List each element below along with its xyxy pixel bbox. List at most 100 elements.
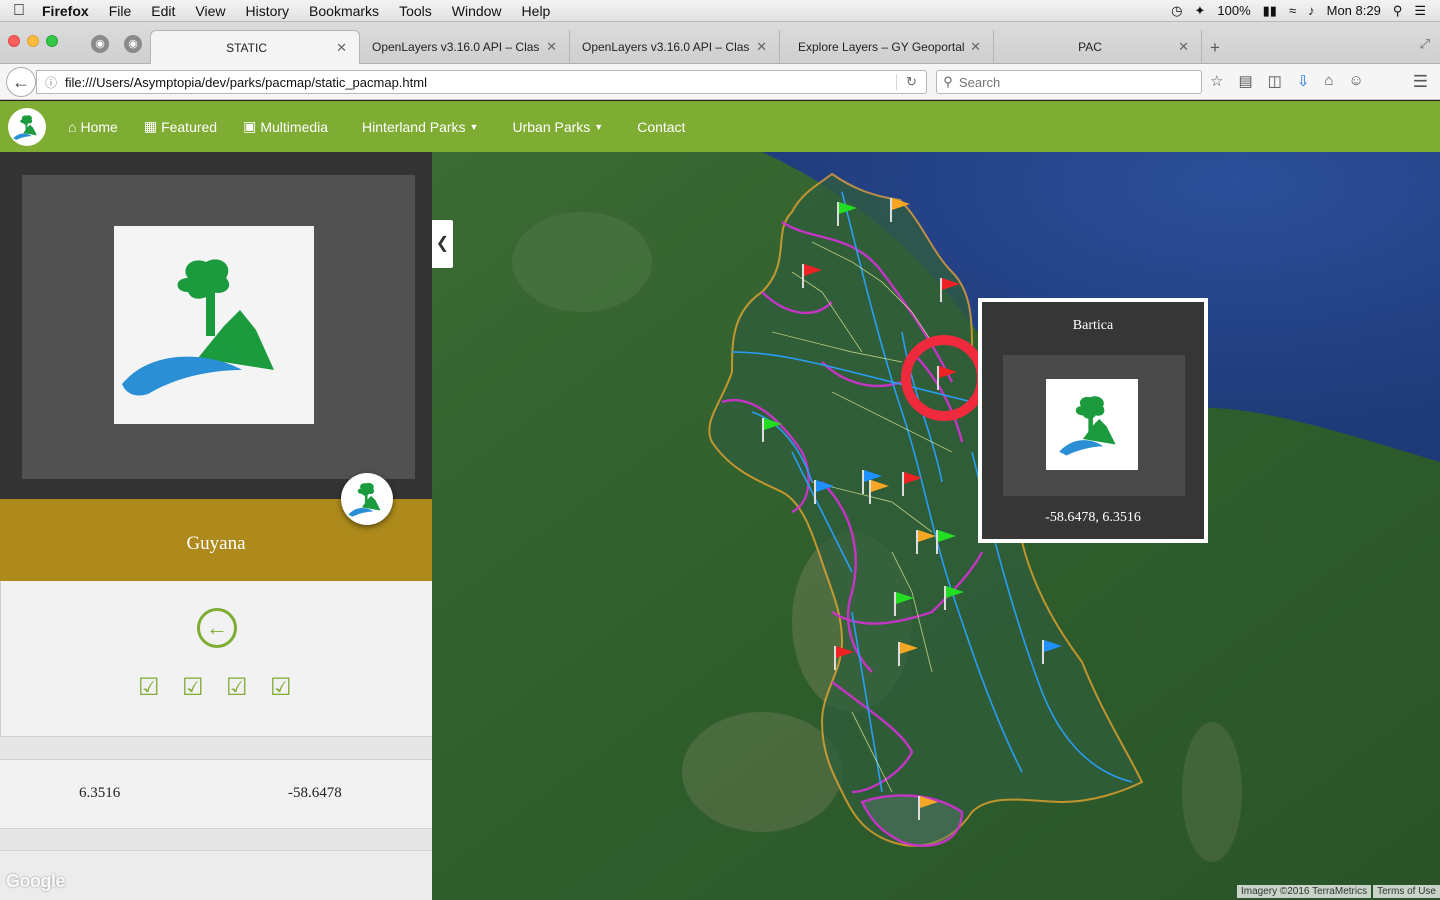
wifi-icon[interactable]: ≈ <box>1289 3 1296 18</box>
close-tab-icon[interactable]: ✕ <box>1178 39 1189 55</box>
google-logo: Google <box>6 871 66 891</box>
menu-window[interactable]: Window <box>442 3 512 19</box>
minimize-window-button[interactable] <box>27 35 39 47</box>
popup-title: Bartica <box>1072 318 1114 333</box>
nav-urban-parks[interactable]: Urban Parks ▼ <box>499 119 616 135</box>
nav-urban-label: Urban Parks <box>512 118 591 135</box>
new-tab-button[interactable]: + <box>1210 38 1220 58</box>
back-arrow-button[interactable]: ← <box>197 608 237 648</box>
search-bar[interactable]: ⚲ <box>936 70 1202 94</box>
close-tab-icon[interactable]: ✕ <box>970 39 981 55</box>
popup-coordinates: -58.6478, 6.3516 <box>1045 510 1141 525</box>
tab-pac[interactable]: PAC ✕ <box>996 30 1202 64</box>
info-sidebar: Guyana ← ☑ ☑ ☑ ☑ 6.3516 -58.6478 Google <box>0 152 432 900</box>
url-text[interactable]: file:///Users/Asymptopia/dev/parks/pacma… <box>65 75 896 90</box>
latitude-value: 6.3516 <box>79 785 121 801</box>
menu-help[interactable]: Help <box>512 3 561 19</box>
park-logo-icon <box>348 482 381 517</box>
tab-title: Explore Layers – GY Geoportal <box>798 40 965 54</box>
tab-static[interactable]: STATIC ✕ <box>150 30 360 64</box>
hero-image-frame <box>22 175 415 479</box>
image-icon: ▣ <box>243 118 257 134</box>
volume-icon[interactable]: ♪ <box>1308 3 1315 18</box>
tab-strip: ◉ ◉ STATIC ✕ OpenLayers v3.16.0 API – Cl… <box>0 22 1440 64</box>
nav-contact[interactable]: Contact <box>624 119 698 135</box>
nav-hinterland-parks[interactable]: Hinterland Parks ▼ <box>349 119 491 135</box>
coordinates-card: 6.3516 -58.6478 <box>0 759 432 829</box>
close-tab-icon[interactable]: ✕ <box>336 40 347 56</box>
tab-explore-layers[interactable]: Explore Layers – GY Geoportal ✕ <box>786 30 994 64</box>
nav-featured[interactable]: ▦ Featured <box>131 118 230 135</box>
park-logo-icon <box>122 259 274 396</box>
menu-app-firefox[interactable]: Firefox <box>38 3 99 19</box>
pocket-icon[interactable]: ◫ <box>1268 72 1282 90</box>
satellite-map-layer <box>432 152 1440 900</box>
reload-icon[interactable]: ↻ <box>896 74 926 90</box>
bookmark-star-icon[interactable]: ☆ <box>1210 72 1223 90</box>
close-tab-icon[interactable]: ✕ <box>756 39 767 55</box>
battery-percent: 100% <box>1217 3 1251 18</box>
menu-history[interactable]: History <box>235 3 299 19</box>
nav-contact-label: Contact <box>637 118 686 135</box>
clock[interactable]: Mon 8:29 <box>1327 3 1381 18</box>
menu-tools[interactable]: Tools <box>389 3 442 19</box>
layer-checkbox-icon[interactable]: ☑ <box>138 676 162 700</box>
tab-openlayers-1[interactable]: OpenLayers v3.16.0 API – Clas… ✕ <box>360 30 570 64</box>
caret-down-icon: ▼ <box>594 121 604 132</box>
pinned-tab-globe-icon[interactable]: ◉ <box>91 35 109 53</box>
notification-center-icon[interactable]: ☰ <box>1414 3 1426 19</box>
menu-file[interactable]: File <box>99 3 142 19</box>
zoom-window-button[interactable] <box>46 35 58 47</box>
layer-checkbox-icon[interactable]: ☑ <box>226 676 250 700</box>
park-logo-icon <box>13 115 37 140</box>
avatar[interactable] <box>341 473 393 525</box>
home-icon: ⌂ <box>68 118 77 135</box>
menu-bookmarks[interactable]: Bookmarks <box>299 3 389 19</box>
spotlight-search-icon[interactable]: ⚲ <box>1393 3 1403 19</box>
battery-icon[interactable]: ▮▮ <box>1263 3 1277 19</box>
nav-featured-label: Featured <box>161 118 218 135</box>
time-machine-icon[interactable]: ◷ <box>1171 3 1182 19</box>
home-icon[interactable]: ⌂ <box>1324 72 1333 90</box>
search-icon: ⚲ <box>943 74 953 89</box>
controls-card: ← ☑ ☑ ☑ ☑ <box>0 581 432 737</box>
exit-fullscreen-icon[interactable]: ⤢ <box>1420 36 1430 52</box>
film-icon: ▦ <box>143 118 158 134</box>
open-menu-icon[interactable]: ☰ <box>1413 72 1428 92</box>
park-logo-icon <box>1059 396 1116 456</box>
close-window-button[interactable] <box>8 35 20 47</box>
close-tab-icon[interactable]: ✕ <box>546 39 557 55</box>
tab-title: STATIC <box>226 40 267 55</box>
layer-checkbox-icon[interactable]: ☑ <box>182 676 206 700</box>
url-bar[interactable]: ⓘ file:///Users/Asymptopia/dev/parks/pac… <box>36 70 927 94</box>
menu-edit[interactable]: Edit <box>141 3 185 19</box>
macos-menubar:  Firefox File Edit View History Bookmar… <box>0 0 1440 22</box>
site-logo[interactable] <box>8 108 46 146</box>
hello-chat-icon[interactable]: ☺ <box>1348 72 1363 90</box>
tab-title: OpenLayers v3.16.0 API – Clas… <box>582 40 751 54</box>
popup-logo-image <box>1046 379 1138 470</box>
reading-list-icon[interactable]: ▤ <box>1238 72 1252 90</box>
search-input[interactable] <box>959 74 1179 90</box>
site-info-icon[interactable]: ⓘ <box>37 74 65 91</box>
back-button[interactable]: ← <box>6 67 36 97</box>
tab-openlayers-2[interactable]: OpenLayers v3.16.0 API – Clas… ✕ <box>570 30 780 64</box>
pinned-tab-globe-icon[interactable]: ◉ <box>124 35 142 53</box>
map-canvas[interactable]: Imagery ©2016 TerraMetrics Terms of Use <box>432 152 1440 900</box>
bluetooth-icon[interactable]: ✦ <box>1195 3 1206 19</box>
layer-checkbox-icon[interactable]: ☑ <box>270 676 294 700</box>
apple-menu-icon[interactable]:  <box>0 2 38 20</box>
nav-home[interactable]: ⌂ Home <box>68 119 131 135</box>
menu-view[interactable]: View <box>185 3 235 19</box>
hero-logo-image <box>114 226 314 424</box>
tab-title: PAC <box>1078 40 1102 54</box>
nav-hinterland-label: Hinterland Parks <box>362 118 466 135</box>
nav-multimedia[interactable]: ▣ Multimedia <box>230 118 341 135</box>
chevron-left-icon: ❮ <box>435 235 450 252</box>
terms-of-use-link[interactable]: Terms of Use <box>1373 885 1440 898</box>
location-popup[interactable]: Bartica -58.6478, 6.3516 <box>978 298 1208 543</box>
collapse-sidebar-button[interactable]: ❮ <box>432 220 453 268</box>
window-controls <box>8 35 58 47</box>
site-header: ⌂ Home ▦ Featured ▣ Multimedia Hinterlan… <box>0 101 1440 152</box>
download-icon[interactable]: ⇩ <box>1297 72 1310 90</box>
